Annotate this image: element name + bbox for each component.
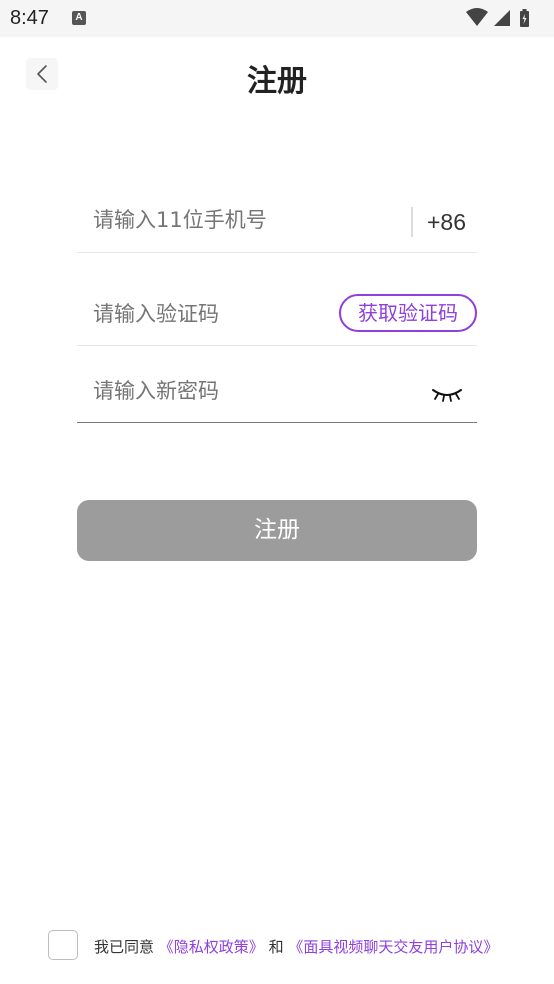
country-code-selector[interactable]: +86 [427, 209, 466, 236]
phone-divider [77, 252, 477, 253]
wifi-icon [466, 8, 488, 26]
status-time: 8:47 [10, 7, 49, 29]
password-field-row [77, 376, 477, 423]
agreement-connector: 和 [268, 938, 284, 956]
eye-closed-icon [432, 389, 462, 402]
password-visibility-toggle[interactable] [431, 384, 463, 408]
phone-input[interactable] [93, 208, 393, 232]
password-input[interactable] [93, 379, 393, 403]
status-icons [464, 8, 544, 28]
agreement-text: 我已同意 《隐私权政策》 和 《面具视频聊天交友用户协议》 [94, 936, 498, 957]
phone-field-row: +86 [77, 207, 477, 253]
signal-icon [494, 10, 510, 26]
country-code-separator [411, 207, 413, 237]
user-agreement-link[interactable]: 《面具视频聊天交友用户协议》 [288, 938, 498, 956]
agreement-prefix: 我已同意 [94, 938, 155, 956]
verification-divider [77, 345, 477, 346]
register-button[interactable]: 注册 [77, 500, 477, 561]
privacy-policy-link[interactable]: 《隐私权政策》 [159, 938, 264, 956]
status-bar: 8:47 A [0, 0, 554, 37]
verification-field-row: 获取验证码 [77, 294, 477, 346]
get-code-button[interactable]: 获取验证码 [339, 294, 477, 332]
agreement-checkbox[interactable] [48, 930, 78, 960]
battery-icon [520, 9, 529, 27]
verification-code-input[interactable] [93, 302, 333, 326]
notification-icon: A [72, 11, 86, 25]
password-divider [77, 422, 477, 423]
page-title: 注册 [247, 64, 307, 99]
